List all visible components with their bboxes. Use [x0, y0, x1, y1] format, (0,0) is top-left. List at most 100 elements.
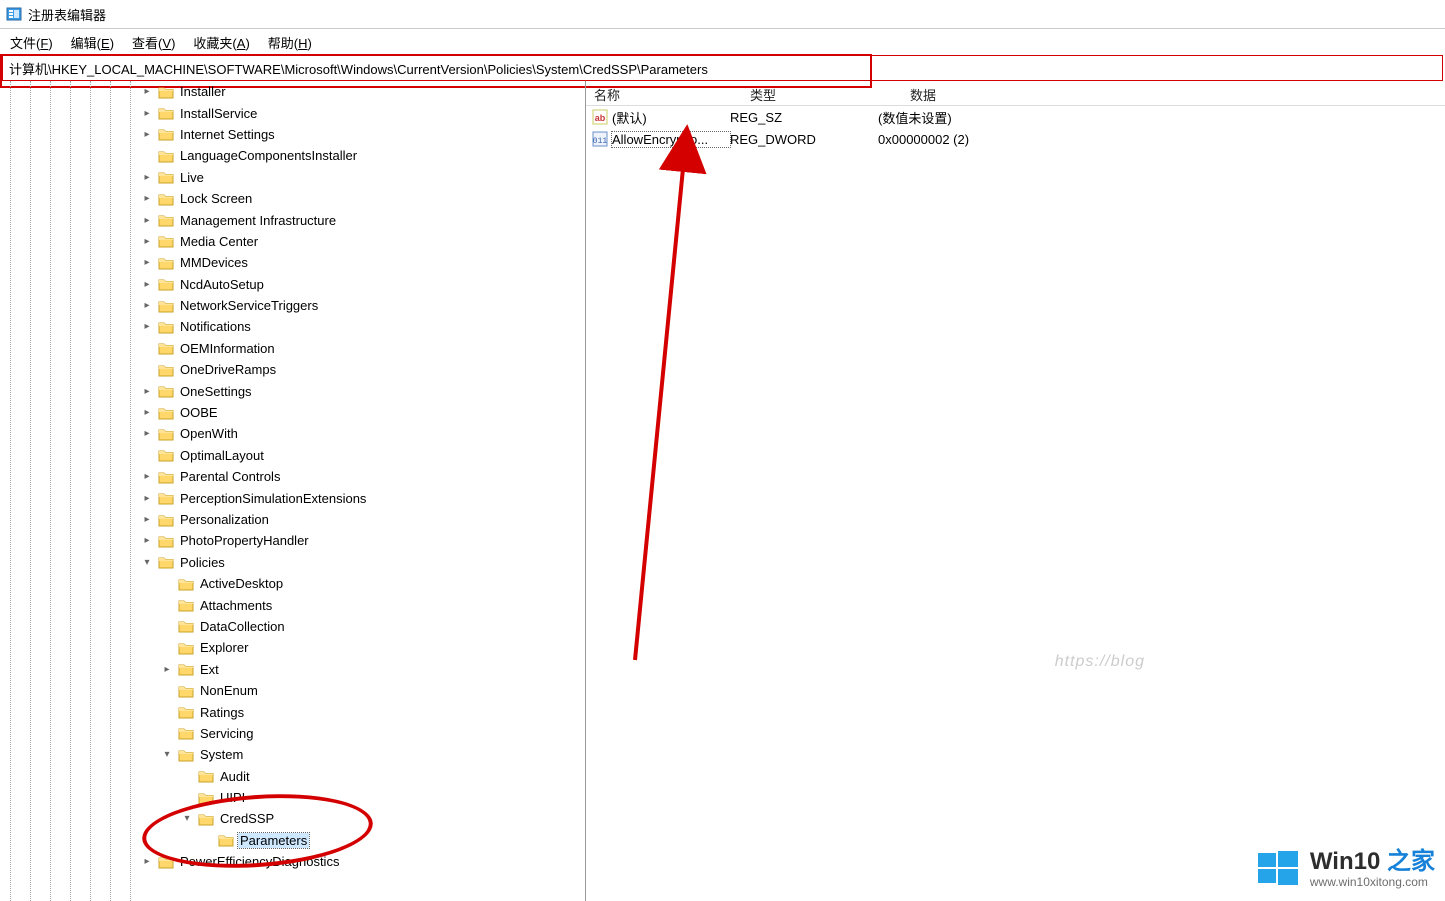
tree-item[interactable]: ▸ActiveDesktop	[0, 573, 585, 594]
tree-item[interactable]: ▾CredSSP	[0, 808, 585, 829]
tree-item[interactable]: ▾System	[0, 744, 585, 765]
tree-item[interactable]: ▸ OOBE	[0, 402, 585, 423]
tree-item-label: Live	[178, 170, 206, 185]
tree-item-label: ActiveDesktop	[198, 576, 285, 591]
tree-item[interactable]: ▸PowerEfficiencyDiagnostics	[0, 851, 585, 872]
tree-item[interactable]: ▸MMDevices	[0, 252, 585, 273]
tree-item[interactable]: ▸Explorer	[0, 637, 585, 658]
tree-expander-icon[interactable]: ▸	[140, 213, 154, 227]
tree-item[interactable]: ▸OptimalLayout	[0, 445, 585, 466]
tree-item[interactable]: ▸ Lock Screen	[0, 188, 585, 209]
tree-item[interactable]: ▸ InstallService	[0, 102, 585, 123]
tree-expander-icon[interactable]: ▸	[140, 85, 154, 99]
tree-item[interactable]: ▸UIPI	[0, 787, 585, 808]
tree-item-label: PerceptionSimulationExtensions	[178, 491, 368, 506]
tree-item-label: OpenWith	[178, 426, 240, 441]
tree-item[interactable]: ▸DataCollection	[0, 616, 585, 637]
folder-icon	[178, 641, 194, 655]
tree-item-label: LanguageComponentsInstaller	[178, 148, 359, 163]
tree-item[interactable]: ▸PhotoPropertyHandler	[0, 530, 585, 551]
folder-icon	[178, 705, 194, 719]
titlebar: 注册表编辑器	[0, 0, 1445, 29]
tree-expander-icon[interactable]: ▸	[140, 234, 154, 248]
tree-item[interactable]: ▸Personalization	[0, 509, 585, 530]
tree-item[interactable]: ▸Parameters	[0, 830, 585, 851]
tree-expander-icon[interactable]: ▸	[140, 277, 154, 291]
tree-expander-icon[interactable]: ▾	[140, 555, 154, 569]
tree-item[interactable]: ▸Ext	[0, 659, 585, 680]
tree-expander-icon[interactable]: ▸	[140, 491, 154, 505]
tree-expander-icon[interactable]: ▸	[140, 534, 154, 548]
tree-item-label: OOBE	[178, 405, 220, 420]
tree-item[interactable]: ▸Servicing	[0, 723, 585, 744]
tree-item[interactable]: ▸Attachments	[0, 594, 585, 615]
menu-view[interactable]: 查看(V)	[132, 33, 175, 52]
col-type[interactable]: 类型	[742, 81, 902, 105]
tree-item[interactable]: ▸ PerceptionSimulationExtensions	[0, 487, 585, 508]
menu-favorites[interactable]: 收藏夹(A)	[193, 33, 249, 52]
tree-item-label: Media Center	[178, 234, 260, 249]
tree-item[interactable]: ▸NetworkServiceTriggers	[0, 295, 585, 316]
svg-text:ab: ab	[595, 113, 606, 123]
tree-expander-icon[interactable]: ▸	[140, 320, 154, 334]
tree-expander-icon[interactable]: ▸	[140, 256, 154, 270]
tree-expander-icon[interactable]: ▸	[140, 299, 154, 313]
tree-item[interactable]: ▸NonEnum	[0, 680, 585, 701]
tree-pane[interactable]: ▸Installer▸InstallService▸Internet Setti…	[0, 81, 586, 901]
tree-item[interactable]: ▸OneDriveRamps	[0, 359, 585, 380]
tree-expander-icon[interactable]: ▸	[140, 106, 154, 120]
tree-item[interactable]: ▸LanguageComponentsInstaller	[0, 145, 585, 166]
folder-icon	[158, 127, 174, 141]
tree-item[interactable]: ▾Policies	[0, 552, 585, 573]
tree-item[interactable]: ▸Internet Settings	[0, 124, 585, 145]
menu-help[interactable]: 帮助(H)	[268, 33, 312, 52]
tree-expander-icon[interactable]: ▸	[140, 427, 154, 441]
tree-expander-icon[interactable]: ▸	[140, 855, 154, 869]
folder-icon	[158, 234, 174, 248]
tree-item[interactable]: ▸Installer	[0, 81, 585, 102]
folder-icon	[158, 406, 174, 420]
tree-item-label: Management Infrastructure	[178, 213, 338, 228]
tree-item[interactable]: ▸Parental Controls	[0, 466, 585, 487]
tree-expander-icon[interactable]: ▸	[140, 384, 154, 398]
tree-item-label: OptimalLayout	[178, 448, 266, 463]
folder-icon	[178, 726, 194, 740]
tree-item[interactable]: ▸NcdAutoSetup	[0, 274, 585, 295]
address-input[interactable]	[3, 56, 1445, 80]
tree-expander-icon[interactable]: ▾	[180, 812, 194, 826]
tree-expander-icon[interactable]: ▸	[140, 170, 154, 184]
values-pane[interactable]: 名称 类型 数据 ab(默认)REG_SZ(数值未设置)011AllowEncr…	[586, 81, 1445, 901]
tree-item-label: Ratings	[198, 705, 246, 720]
tree-expander-icon[interactable]: ▸	[140, 470, 154, 484]
tree-item[interactable]: ▸Ratings	[0, 701, 585, 722]
tree-item-label: Servicing	[198, 726, 255, 741]
tree-item[interactable]: ▸ OneSettings	[0, 380, 585, 401]
values-header: 名称 类型 数据	[586, 81, 1445, 106]
tree-item-label: InstallService	[178, 106, 259, 121]
value-row[interactable]: 011AllowEncryptio...REG_DWORD0x00000002 …	[586, 128, 1445, 150]
menu-edit[interactable]: 编辑(E)	[71, 33, 114, 52]
tree-item-label: OneSettings	[178, 384, 254, 399]
tree-item[interactable]: ▸ Live	[0, 167, 585, 188]
tree-item[interactable]: ▸ OpenWith	[0, 423, 585, 444]
tree-item[interactable]: ▸Audit	[0, 766, 585, 787]
address-bar[interactable]	[2, 55, 1443, 81]
tree-expander-icon[interactable]: ▸	[140, 513, 154, 527]
value-name: (默认)	[612, 108, 730, 127]
folder-icon	[198, 769, 214, 783]
value-row[interactable]: ab(默认)REG_SZ(数值未设置)	[586, 106, 1445, 128]
tree-expander-icon[interactable]: ▸	[140, 192, 154, 206]
col-data[interactable]: 数据	[902, 81, 1445, 105]
tree-expander-icon[interactable]: ▸	[140, 127, 154, 141]
tree-expander-icon[interactable]: ▸	[140, 406, 154, 420]
tree-item[interactable]: ▸Notifications	[0, 316, 585, 337]
folder-icon	[158, 513, 174, 527]
tree-item[interactable]: ▸ Management Infrastructure	[0, 209, 585, 230]
tree-item[interactable]: ▸ Media Center	[0, 231, 585, 252]
tree-item-label: Lock Screen	[178, 191, 254, 206]
menu-file[interactable]: 文件(F)	[10, 33, 53, 52]
tree-item[interactable]: ▸OEMInformation	[0, 338, 585, 359]
col-name[interactable]: 名称	[586, 81, 742, 105]
tree-expander-icon[interactable]: ▾	[160, 748, 174, 762]
tree-expander-icon[interactable]: ▸	[160, 662, 174, 676]
